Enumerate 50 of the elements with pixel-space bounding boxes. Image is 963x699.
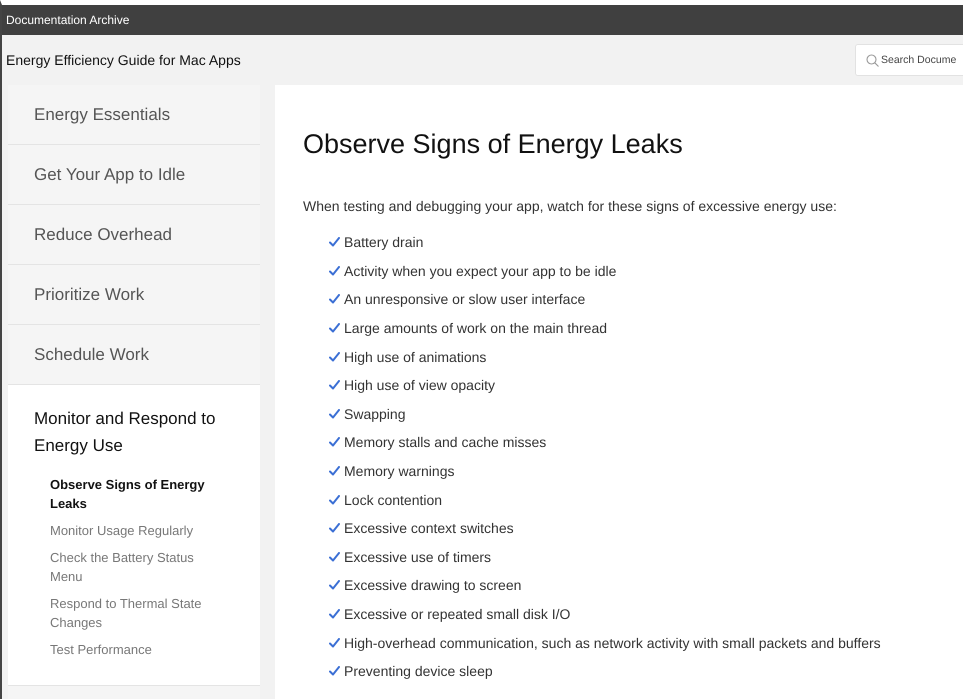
checkmark-icon xyxy=(329,237,340,248)
checkmark-icon xyxy=(329,580,340,590)
sign-item: Battery drain xyxy=(344,234,424,250)
checkmark-icon xyxy=(329,266,340,276)
intro-text: When testing and debugging your app, watch for these signs of excessive energy use: xyxy=(303,198,838,214)
checkmark-icon xyxy=(329,466,340,476)
sidebar-item[interactable]: Prioritize Work xyxy=(34,284,144,304)
guide-title: Energy Efficiency Guide for Mac Apps xyxy=(6,52,241,68)
sign-item: Large amounts of work on the main thread xyxy=(344,320,608,336)
sign-item: An unresponsive or slow user interface xyxy=(344,291,586,308)
article-heading: Observe Signs of Energy Leaks xyxy=(303,129,684,160)
sign-item: Swapping xyxy=(344,406,406,422)
checkmark-icon xyxy=(329,494,340,505)
sidebar-item[interactable]: Monitor and Respond to Energy Use xyxy=(34,405,234,459)
checkmark-icon xyxy=(329,408,340,419)
sidebar-item[interactable]: Get Your App to Idle xyxy=(34,164,186,184)
sign-item: High-overhead communication, such as network activity with small packets and buffers xyxy=(344,634,881,651)
checkmark-icon xyxy=(329,352,340,362)
window-title: Documentation Archive xyxy=(6,13,130,27)
checkmark-icon xyxy=(329,437,340,448)
sidebar-item[interactable]: Schedule Work xyxy=(34,344,149,364)
sign-item: Memory stalls and cache misses xyxy=(344,434,546,450)
search-icon xyxy=(866,54,879,66)
sign-item: Excessive context switches xyxy=(344,520,514,536)
checkmark-icon xyxy=(329,523,340,534)
checkmark-icon xyxy=(329,609,340,620)
sign-item: Preventing device sleep xyxy=(344,663,493,680)
sign-item: Excessive drawing to screen xyxy=(344,577,522,594)
sign-item: Excessive or repeated small disk I/O xyxy=(344,606,570,622)
sign-item: High use of view opacity xyxy=(344,377,495,394)
sidebar-subitem[interactable]: Respond to Thermal State Changes xyxy=(50,594,220,632)
sidebar-item[interactable]: Reduce Overhead xyxy=(34,224,172,244)
sidebar-subitem[interactable]: Monitor Usage Regularly xyxy=(50,521,220,540)
sidebar-item[interactable]: Energy Essentials xyxy=(34,104,170,124)
sidebar-subitem[interactable]: Observe Signs of Energy Leaks xyxy=(50,475,220,513)
checkmark-icon xyxy=(329,323,340,334)
sidebar-subitem[interactable]: Check the Battery Status Menu xyxy=(50,548,220,586)
checkmark-icon xyxy=(329,666,340,676)
search-field[interactable]: Search Docume xyxy=(855,44,963,76)
checkmark-icon xyxy=(329,294,340,304)
sidebar-subitem[interactable]: Test Performance xyxy=(50,640,220,659)
sign-item: Memory warnings xyxy=(344,463,454,480)
checkmark-icon xyxy=(329,552,340,562)
sign-item: Excessive use of timers xyxy=(344,548,492,565)
checkmark-icon xyxy=(329,380,340,390)
search-input[interactable]: Search Docume xyxy=(881,54,961,66)
sign-item: Lock contention xyxy=(344,492,442,508)
sign-item: Activity when you expect your app to be idle xyxy=(344,262,616,279)
sign-item: High use of animations xyxy=(344,348,486,365)
checkmark-icon xyxy=(329,638,340,648)
